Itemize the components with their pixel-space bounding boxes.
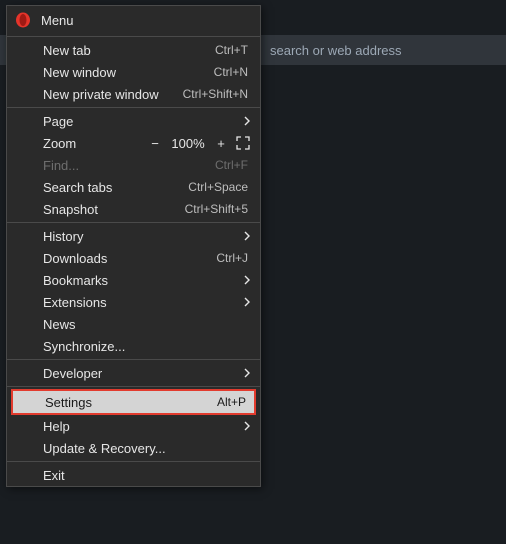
zoom-row: Zoom − 100% + — [7, 132, 260, 154]
fullscreen-icon[interactable] — [236, 136, 250, 150]
menu-label: Find... — [43, 158, 215, 173]
menu-label: Page — [43, 114, 248, 129]
menu-label: Settings — [45, 395, 217, 410]
downloads-item[interactable]: Downloads Ctrl+J — [7, 247, 260, 269]
settings-item[interactable]: Settings Alt+P — [13, 391, 254, 413]
chevron-right-icon — [244, 116, 250, 126]
page-submenu-item[interactable]: Page — [7, 110, 260, 132]
zoom-label: Zoom — [43, 136, 140, 151]
bookmarks-submenu-item[interactable]: Bookmarks — [7, 269, 260, 291]
chevron-right-icon — [244, 297, 250, 307]
menu-title: Menu — [41, 13, 74, 28]
main-menu: Menu New tab Ctrl+T New window Ctrl+N Ne… — [6, 5, 261, 487]
menu-label: Extensions — [43, 295, 248, 310]
extensions-submenu-item[interactable]: Extensions — [7, 291, 260, 313]
menu-shortcut: Ctrl+N — [214, 65, 248, 79]
menu-label: Search tabs — [43, 180, 188, 195]
menu-label: Update & Recovery... — [43, 441, 248, 456]
new-private-window-item[interactable]: New private window Ctrl+Shift+N — [7, 83, 260, 105]
separator — [7, 359, 260, 360]
exit-item[interactable]: Exit — [7, 464, 260, 486]
menu-label: Synchronize... — [43, 339, 248, 354]
menu-shortcut: Ctrl+F — [215, 158, 248, 172]
menu-label: Exit — [43, 468, 248, 483]
search-tabs-item[interactable]: Search tabs Ctrl+Space — [7, 176, 260, 198]
menu-shortcut: Ctrl+Shift+N — [183, 87, 248, 101]
menu-label: Downloads — [43, 251, 216, 266]
menu-label: Snapshot — [43, 202, 185, 217]
menu-label: Developer — [43, 366, 248, 381]
separator — [7, 222, 260, 223]
zoom-in-button[interactable]: + — [214, 136, 228, 151]
snapshot-item[interactable]: Snapshot Ctrl+Shift+5 — [7, 198, 260, 220]
separator — [7, 386, 260, 387]
settings-highlight: Settings Alt+P — [11, 389, 256, 415]
menu-label: New window — [43, 65, 214, 80]
menu-header: Menu — [7, 6, 260, 34]
menu-label: Bookmarks — [43, 273, 248, 288]
opera-logo-icon — [15, 12, 31, 28]
news-item[interactable]: News — [7, 313, 260, 335]
update-recovery-item[interactable]: Update & Recovery... — [7, 437, 260, 459]
zoom-out-button[interactable]: − — [148, 136, 162, 151]
chevron-right-icon — [244, 231, 250, 241]
menu-label: News — [43, 317, 248, 332]
chevron-right-icon — [244, 368, 250, 378]
menu-shortcut: Ctrl+Space — [188, 180, 248, 194]
address-placeholder: search or web address — [270, 43, 402, 58]
menu-shortcut: Alt+P — [217, 395, 246, 409]
menu-label: New private window — [43, 87, 183, 102]
menu-label: New tab — [43, 43, 215, 58]
zoom-level: 100% — [170, 136, 206, 151]
new-window-item[interactable]: New window Ctrl+N — [7, 61, 260, 83]
new-tab-item[interactable]: New tab Ctrl+T — [7, 39, 260, 61]
developer-submenu-item[interactable]: Developer — [7, 362, 260, 384]
synchronize-item[interactable]: Synchronize... — [7, 335, 260, 357]
menu-shortcut: Ctrl+T — [215, 43, 248, 57]
separator — [7, 107, 260, 108]
chevron-right-icon — [244, 421, 250, 431]
find-item: Find... Ctrl+F — [7, 154, 260, 176]
menu-label: History — [43, 229, 248, 244]
history-submenu-item[interactable]: History — [7, 225, 260, 247]
chevron-right-icon — [244, 275, 250, 285]
separator — [7, 36, 260, 37]
menu-shortcut: Ctrl+Shift+5 — [185, 202, 248, 216]
menu-shortcut: Ctrl+J — [216, 251, 248, 265]
help-submenu-item[interactable]: Help — [7, 415, 260, 437]
separator — [7, 461, 260, 462]
menu-label: Help — [43, 419, 248, 434]
